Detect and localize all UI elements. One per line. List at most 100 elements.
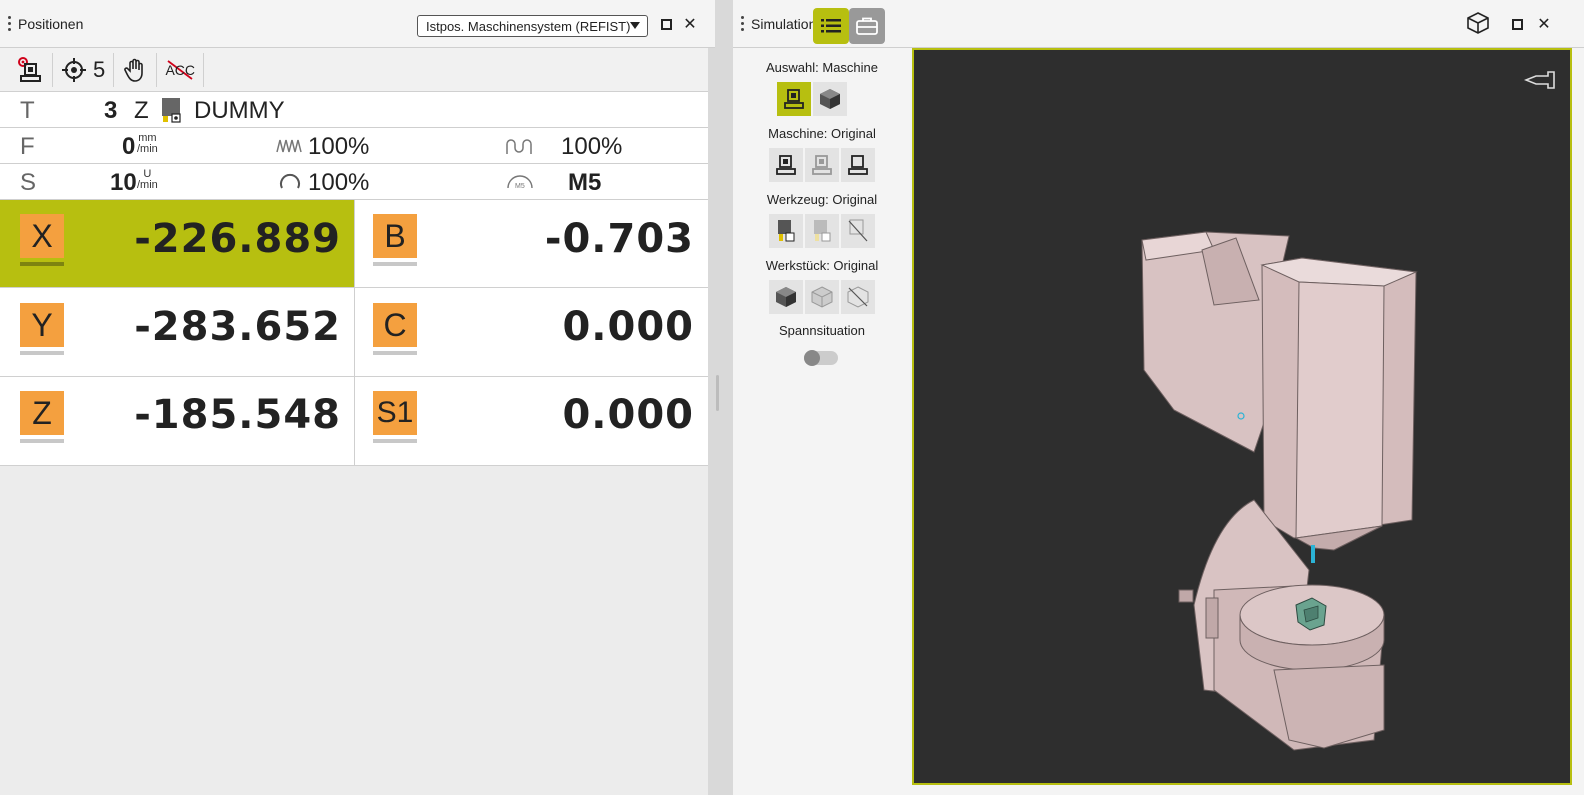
positions-panel: Positionen Istpos. Maschinensystem (REFI… bbox=[0, 0, 719, 795]
axis-cell-b[interactable]: B -0.703 bbox=[355, 200, 708, 288]
spindle-value: 10 bbox=[110, 169, 137, 196]
close-icon[interactable]: ✕ bbox=[1534, 14, 1554, 34]
axis-underline bbox=[20, 439, 64, 443]
view-cube-icon[interactable] bbox=[1465, 12, 1491, 34]
machine-model bbox=[1141, 231, 1418, 751]
spannsituation-label: Spannsituation bbox=[778, 323, 865, 338]
tool-solid-icon bbox=[778, 220, 795, 242]
workpiece-transparent-button[interactable] bbox=[805, 280, 839, 314]
machine-transparent-button[interactable] bbox=[805, 148, 839, 182]
acc-label: ACC bbox=[165, 61, 196, 78]
tool-name: DUMMY bbox=[194, 97, 285, 124]
spindle-unit: U /min bbox=[137, 169, 158, 191]
axis-cell-z[interactable]: Z -185.548 bbox=[0, 377, 355, 466]
m-icon-text: M5 bbox=[515, 183, 525, 190]
workpiece-hidden-button[interactable] bbox=[841, 280, 875, 314]
machine-solid-icon bbox=[776, 155, 796, 175]
feed-unit: mm /min bbox=[137, 133, 158, 155]
resize-handle[interactable] bbox=[716, 375, 719, 411]
machine-hidden-button[interactable] bbox=[841, 148, 875, 182]
rapid-override-icon bbox=[506, 139, 532, 154]
tool-hidden-button[interactable] bbox=[841, 214, 875, 248]
axis-underline bbox=[20, 262, 64, 266]
coord-system-select[interactable]: Istpos. Maschinensystem (REFIST) bbox=[417, 15, 648, 37]
panel-title: Simulation bbox=[751, 15, 817, 32]
simulation-sidebar: Auswahl: Maschine Maschine: Original Wer… bbox=[733, 50, 911, 795]
workpiece-eye-icon bbox=[18, 56, 41, 82]
positions-header: Positionen Istpos. Maschinensystem (REFI… bbox=[0, 0, 715, 48]
maschine-label: Maschine: Original bbox=[768, 126, 876, 141]
axis-cell-x[interactable]: X -226.889 bbox=[0, 200, 355, 288]
select-machine-button[interactable] bbox=[777, 82, 811, 116]
panel-title: Positionen bbox=[18, 15, 84, 32]
werkzeug-label: Werkzeug: Original bbox=[766, 192, 878, 207]
simulation-viewport[interactable] bbox=[912, 48, 1572, 785]
rapid-override: 100% bbox=[561, 133, 622, 161]
cube-hidden-icon bbox=[847, 286, 869, 308]
handwheel-button[interactable] bbox=[114, 52, 158, 87]
axis-value-y: -283.652 bbox=[134, 304, 341, 350]
tool-row: T 3 Z DUMMY bbox=[0, 92, 715, 128]
maximize-icon[interactable] bbox=[656, 14, 676, 34]
spindle-row: S 10 U /min 100% M5 M5 bbox=[0, 164, 715, 200]
crosshair-icon bbox=[62, 57, 86, 82]
tool-transparent-button[interactable] bbox=[805, 214, 839, 248]
feed-value: 0 bbox=[122, 133, 136, 160]
maschine-options bbox=[769, 148, 875, 182]
auswahl-options bbox=[777, 82, 847, 116]
machine-transparent-icon bbox=[812, 155, 832, 175]
toolbox-button[interactable] bbox=[849, 8, 885, 44]
axis-underline bbox=[373, 262, 417, 266]
axis-cell-s1[interactable]: S1 0.000 bbox=[355, 377, 708, 466]
simulation-panel: Simulation ✕ Auswahl: Maschine Maschine:… bbox=[733, 0, 1584, 795]
caret-down-icon bbox=[630, 22, 640, 29]
select-workpiece-button[interactable] bbox=[813, 82, 847, 116]
hand-icon bbox=[124, 58, 144, 82]
axis-cell-c[interactable]: C 0.000 bbox=[355, 288, 708, 377]
tool-icon bbox=[162, 98, 181, 123]
axis-badge-y: Y bbox=[20, 303, 64, 347]
close-icon[interactable]: ✕ bbox=[680, 14, 700, 34]
axis-cell-y[interactable]: Y -283.652 bbox=[0, 288, 355, 377]
toolbox-icon bbox=[856, 17, 878, 35]
spannsituation-toggle[interactable] bbox=[804, 350, 838, 366]
machine-original-button[interactable] bbox=[769, 148, 803, 182]
m-function-icon: M5 bbox=[507, 175, 533, 190]
maximize-icon[interactable] bbox=[1507, 14, 1527, 34]
tool-original-button[interactable] bbox=[769, 214, 803, 248]
spindle-override: 100% bbox=[308, 169, 369, 197]
tool-hidden-icon bbox=[848, 219, 868, 242]
werkstueck-label: Werkstück: Original bbox=[765, 258, 879, 273]
list-view-button[interactable] bbox=[813, 8, 849, 44]
spindle-override-icon bbox=[280, 173, 300, 189]
drag-handle-icon[interactable] bbox=[2, 16, 16, 31]
axis-value-s1: 0.000 bbox=[562, 392, 694, 438]
spindle-override-value: 100 bbox=[308, 169, 349, 196]
target-count-button[interactable]: 5 bbox=[53, 52, 115, 87]
list-icon bbox=[821, 19, 841, 33]
tool-transparent-icon bbox=[814, 220, 831, 242]
cube-icon bbox=[820, 89, 840, 109]
axis-underline bbox=[373, 439, 417, 443]
axis-value-x: -226.889 bbox=[134, 216, 341, 262]
drag-handle-icon[interactable] bbox=[735, 16, 749, 31]
axis-value-z: -185.548 bbox=[134, 392, 341, 438]
werkstueck-options bbox=[769, 280, 875, 314]
positions-toolbar: 5 ACC bbox=[0, 48, 715, 92]
workpiece-original-button[interactable] bbox=[769, 280, 803, 314]
feed-unit-bottom: /min bbox=[137, 143, 158, 155]
feed-override-icon bbox=[276, 139, 302, 153]
spindle-row-label: S bbox=[20, 169, 37, 196]
rapid-override-pct: % bbox=[601, 133, 623, 160]
axis-badge-z: Z bbox=[20, 391, 64, 435]
target-count: 5 bbox=[93, 56, 106, 82]
axis-badge-s1: S1 bbox=[373, 391, 417, 435]
acc-button[interactable]: ACC bbox=[157, 52, 205, 87]
spindle-unit-bottom: /min bbox=[137, 179, 158, 191]
workpiece-view-button[interactable] bbox=[0, 52, 53, 87]
machine-outline-icon bbox=[848, 155, 868, 175]
auswahl-label: Auswahl: Maschine bbox=[766, 60, 878, 75]
axis-badge-c: C bbox=[373, 303, 417, 347]
axis-value-b: -0.703 bbox=[544, 216, 694, 262]
tool-row-label: T bbox=[20, 97, 35, 124]
